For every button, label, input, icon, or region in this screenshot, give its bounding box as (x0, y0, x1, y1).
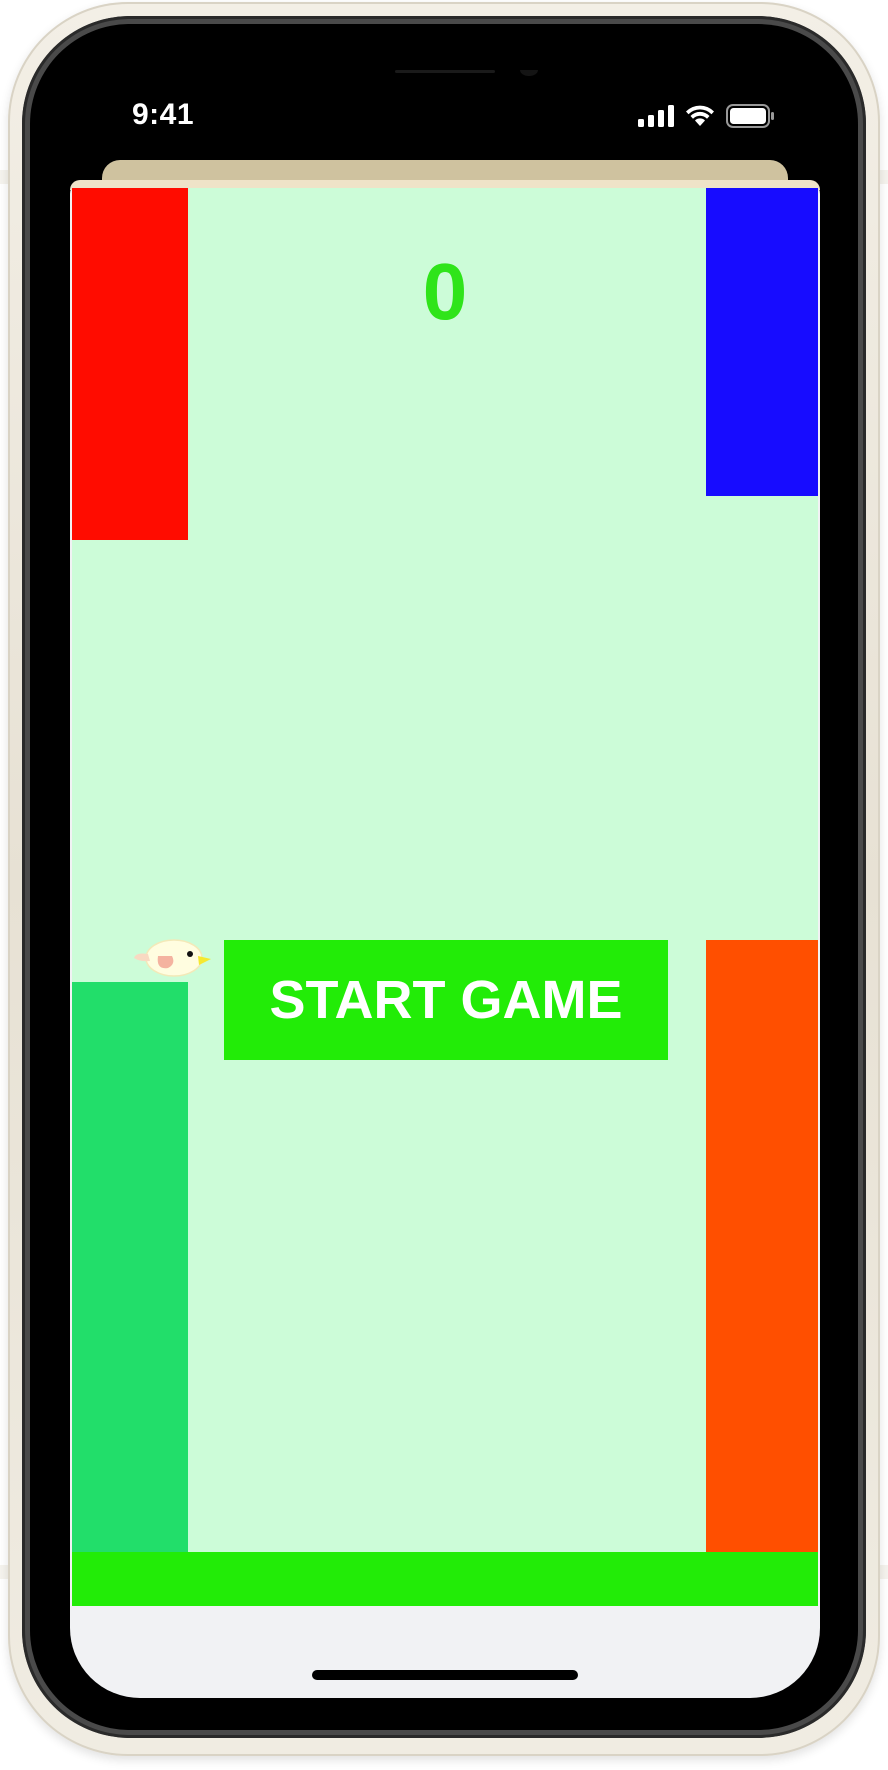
score-display: 0 (422, 247, 468, 336)
signal-icon (638, 105, 674, 127)
status-icons (638, 104, 774, 128)
notch-speaker (395, 70, 495, 73)
bird-sprite (134, 939, 211, 977)
battery-icon (726, 104, 774, 128)
ground (72, 1552, 818, 1606)
game-canvas[interactable]: 0 START GAME (72, 188, 818, 1606)
notch-camera (520, 70, 538, 76)
pipe-top-left (72, 188, 188, 540)
home-indicator[interactable] (312, 1670, 578, 1680)
start-game-button[interactable]: START GAME (224, 940, 668, 1060)
phone-screen: 9:41 0 START GAME (70, 70, 820, 1698)
wifi-icon (686, 105, 714, 126)
status-time: 9:41 (132, 98, 195, 131)
pipe-top-right (706, 188, 818, 496)
pipe-bottom-left (72, 982, 188, 1606)
pipe-bottom-right (706, 940, 818, 1606)
